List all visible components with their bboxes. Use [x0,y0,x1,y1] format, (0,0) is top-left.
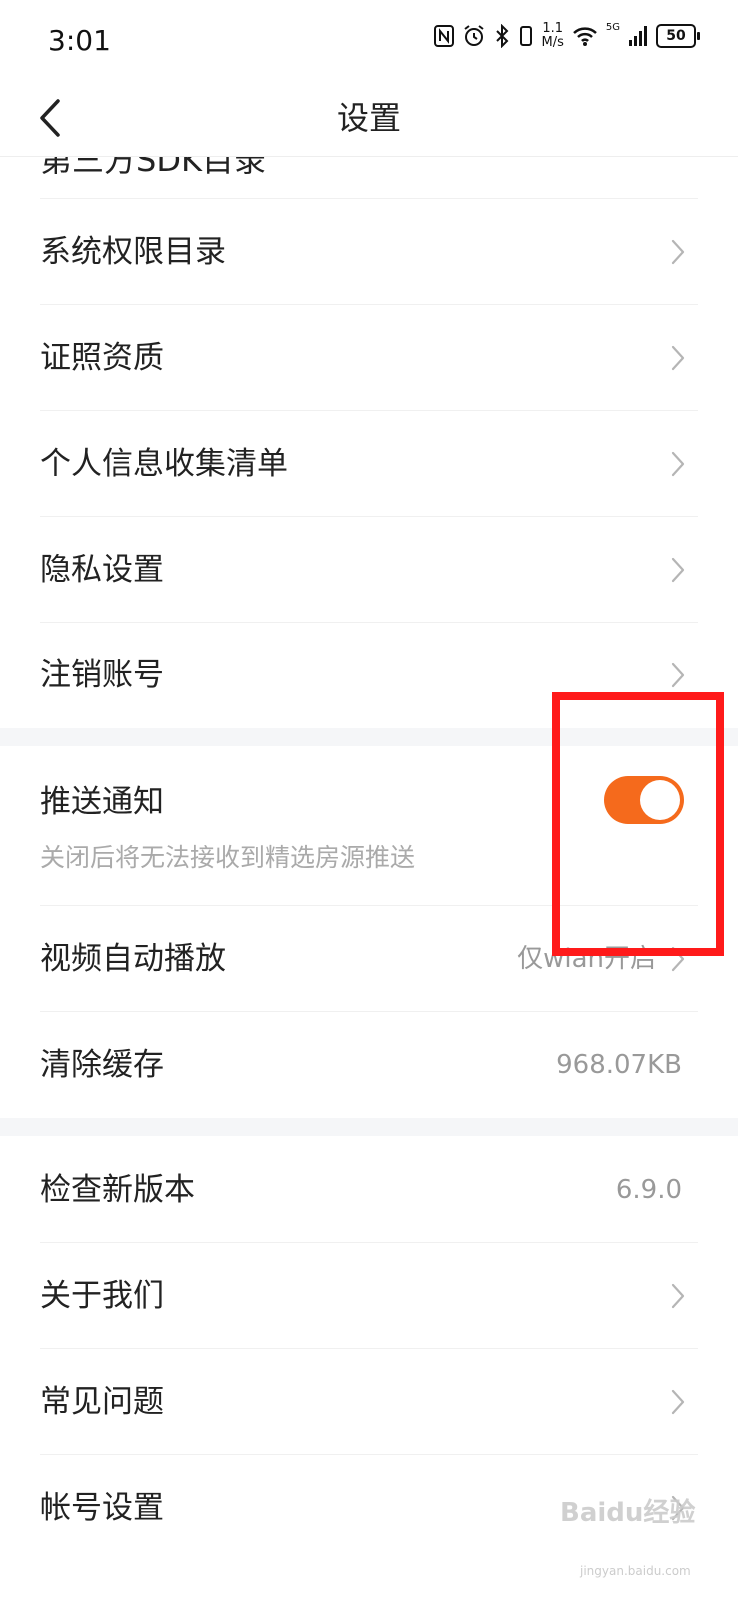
battery-level: 50 [666,28,686,44]
chevron-left-icon [40,99,60,137]
item-label: 推送通知 [40,784,164,820]
item-label: 个人信息收集清单 [40,446,288,482]
item-label: 常见问题 [40,1384,164,1420]
item-description: 关闭后将无法接收到精选房源推送 [40,843,416,872]
page-title: 设置 [336,99,401,137]
section-gap [0,1118,738,1136]
item-label: 证照资质 [40,340,164,376]
chevron-right-icon [671,451,685,477]
wifi-icon [573,27,597,46]
item-label: 第三方SDK目录 [40,157,266,179]
item-label: 隐私设置 [40,552,164,588]
status-time: 3:01 [48,24,111,57]
item-label: 关于我们 [40,1278,164,1314]
speed-unit: M/s [541,35,564,50]
settings-item-licenses[interactable]: 证照资质 [0,305,738,411]
baidu-watermark: Baidu经验 [560,1498,696,1528]
chevron-right-icon [671,1283,685,1309]
item-label: 系统权限目录 [40,234,226,270]
network-speed: 1.1 M/s [542,22,564,50]
version-value: 6.9.0 [615,1175,682,1205]
watermark-url: jingyan.baidu.com [580,1564,691,1578]
item-label: 帐号设置 [40,1490,164,1526]
chevron-right-icon [671,239,685,265]
settings-item-faq[interactable]: 常见问题 [0,1349,738,1455]
signal-icon [629,26,647,46]
item-label: 视频自动播放 [40,941,226,977]
alarm-icon [463,25,484,46]
nav-bar: 设置 [0,80,738,157]
settings-item-clear-cache[interactable]: 清除缓存 968.07KB [0,1012,738,1118]
settings-item-personal-info-list[interactable]: 个人信息收集清单 [0,411,738,517]
chevron-right-icon [671,1389,685,1415]
network-type-label: 5G [605,22,620,33]
chevron-right-icon [671,557,685,583]
settings-item-sdk-directory[interactable]: 第三方SDK目录 [0,157,738,199]
settings-item-about-us[interactable]: 关于我们 [0,1243,738,1349]
vibrate-icon [519,26,532,46]
speed-value: 1.1 [542,21,564,36]
nfc-icon [433,25,454,47]
bluetooth-icon [495,24,508,48]
annotation-highlight-box [552,692,724,956]
item-label: 清除缓存 [40,1047,164,1083]
settings-item-privacy[interactable]: 隐私设置 [0,517,738,623]
settings-item-check-update[interactable]: 检查新版本 6.9.0 [0,1137,738,1243]
battery-icon: 50 [656,24,700,48]
status-icons: 1.1 M/s 5G 50 [433,22,700,50]
chevron-right-icon [671,662,685,688]
item-label: 检查新版本 [40,1172,195,1208]
item-label: 注销账号 [40,657,164,693]
status-bar: 3:01 1.1 M/s 5G 50 [0,0,738,80]
back-button[interactable] [26,94,74,142]
cache-size-value: 968.07KB [556,1050,682,1080]
settings-item-system-permissions[interactable]: 系统权限目录 [0,199,738,305]
chevron-right-icon [671,345,685,371]
